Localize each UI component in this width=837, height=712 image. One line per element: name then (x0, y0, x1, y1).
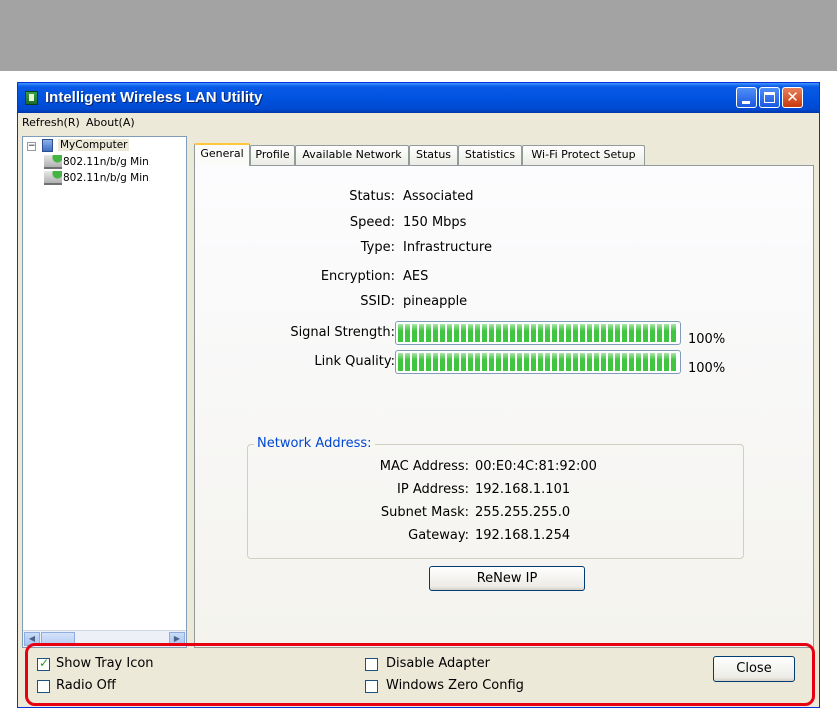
speed-label: Speed: (349, 215, 395, 230)
collapse-toggle-icon[interactable]: − (27, 142, 36, 151)
show-tray-icon-label: Show Tray Icon (56, 656, 154, 671)
signal-strength-percent: 100% (688, 332, 726, 347)
utility-window: Intelligent Wireless LAN Utility ✕ Refre… (17, 82, 820, 708)
tab-general[interactable]: General (194, 143, 250, 166)
mac-address-value: 00:E0:4C:81:92:00 (475, 459, 597, 474)
speed-value: 150 Mbps (403, 215, 467, 230)
tab-available-network[interactable]: Available Network (295, 145, 409, 165)
gateway-value: 192.168.1.254 (475, 528, 571, 543)
radio-off-label: Radio Off (56, 678, 116, 693)
signal-strength-fill (398, 324, 678, 342)
ip-address-value: 192.168.1.101 (475, 482, 571, 497)
adapter-tree: − MyComputer 802.11n/b/g Min 802.11n/b/g… (22, 136, 187, 648)
wireless-adapter-icon (44, 171, 62, 185)
tree-item-mycomputer[interactable]: MyComputer (58, 139, 130, 151)
maximize-button[interactable] (759, 87, 780, 108)
tab-status[interactable]: Status (409, 145, 458, 165)
ip-address-label: IP Address: (397, 482, 469, 497)
signal-strength-meter (395, 321, 681, 345)
status-value: Associated (403, 189, 474, 204)
scroll-thumb[interactable] (41, 632, 75, 646)
radio-off-checkbox[interactable] (37, 680, 50, 693)
encryption-label: Encryption: (320, 269, 395, 284)
show-tray-icon-checkbox[interactable] (37, 656, 50, 671)
gateway-label: Gateway: (408, 528, 469, 543)
network-address-group: Network Address: MAC Address: 00:E0:4C:8… (247, 436, 744, 559)
windows-zero-config-checkbox[interactable] (365, 680, 378, 693)
encryption-value: AES (403, 269, 429, 284)
tab-wifi-protect-setup[interactable]: Wi-Fi Protect Setup (522, 145, 645, 165)
app-icon (25, 91, 38, 105)
link-quality-meter (395, 350, 681, 374)
menu-about[interactable]: About(A) (86, 116, 135, 129)
renew-ip-button[interactable]: ReNew IP (429, 566, 585, 591)
computer-icon (42, 139, 53, 152)
link-quality-fill (398, 353, 678, 371)
windows-zero-config-label: Windows Zero Config (386, 678, 524, 693)
window-title: Intelligent Wireless LAN Utility (45, 89, 263, 106)
type-label: Type: (360, 240, 395, 255)
mac-address-label: MAC Address: (379, 459, 469, 474)
tree-item-adapter-1[interactable]: 802.11n/b/g Min (63, 156, 149, 168)
ssid-value: pineapple (403, 294, 468, 309)
header-band (0, 0, 837, 71)
disable-adapter-label: Disable Adapter (386, 656, 490, 671)
network-address-title: Network Address: (254, 436, 375, 451)
type-value: Infrastructure (403, 240, 492, 255)
ssid-label: SSID: (360, 294, 395, 309)
menu-bar: Refresh(R) About(A) (18, 113, 819, 133)
wireless-adapter-icon (44, 155, 62, 169)
link-quality-label: Link Quality: (314, 354, 395, 369)
menu-refresh[interactable]: Refresh(R) (22, 116, 80, 129)
scroll-right-icon[interactable]: ▶ (169, 632, 185, 646)
tree-item-adapter-2[interactable]: 802.11n/b/g Min (63, 172, 149, 184)
tab-profile[interactable]: Profile (250, 145, 295, 165)
close-window-button[interactable]: ✕ (782, 87, 803, 108)
title-bar[interactable]: Intelligent Wireless LAN Utility ✕ (18, 83, 819, 113)
signal-strength-label: Signal Strength: (290, 325, 395, 340)
tab-statistics[interactable]: Statistics (458, 145, 522, 165)
subnet-mask-value: 255.255.255.0 (475, 505, 571, 520)
link-quality-percent: 100% (688, 361, 726, 376)
general-panel: Status: Associated Speed: 150 Mbps Type:… (194, 165, 814, 648)
status-label: Status: (349, 189, 395, 204)
subnet-mask-label: Subnet Mask: (380, 505, 469, 520)
disable-adapter-checkbox[interactable] (365, 658, 378, 671)
tree-horizontal-scrollbar[interactable]: ◀ ▶ (23, 630, 186, 647)
close-button[interactable]: Close (713, 656, 795, 682)
scroll-left-icon[interactable]: ◀ (24, 632, 40, 646)
minimize-button[interactable] (736, 87, 757, 108)
